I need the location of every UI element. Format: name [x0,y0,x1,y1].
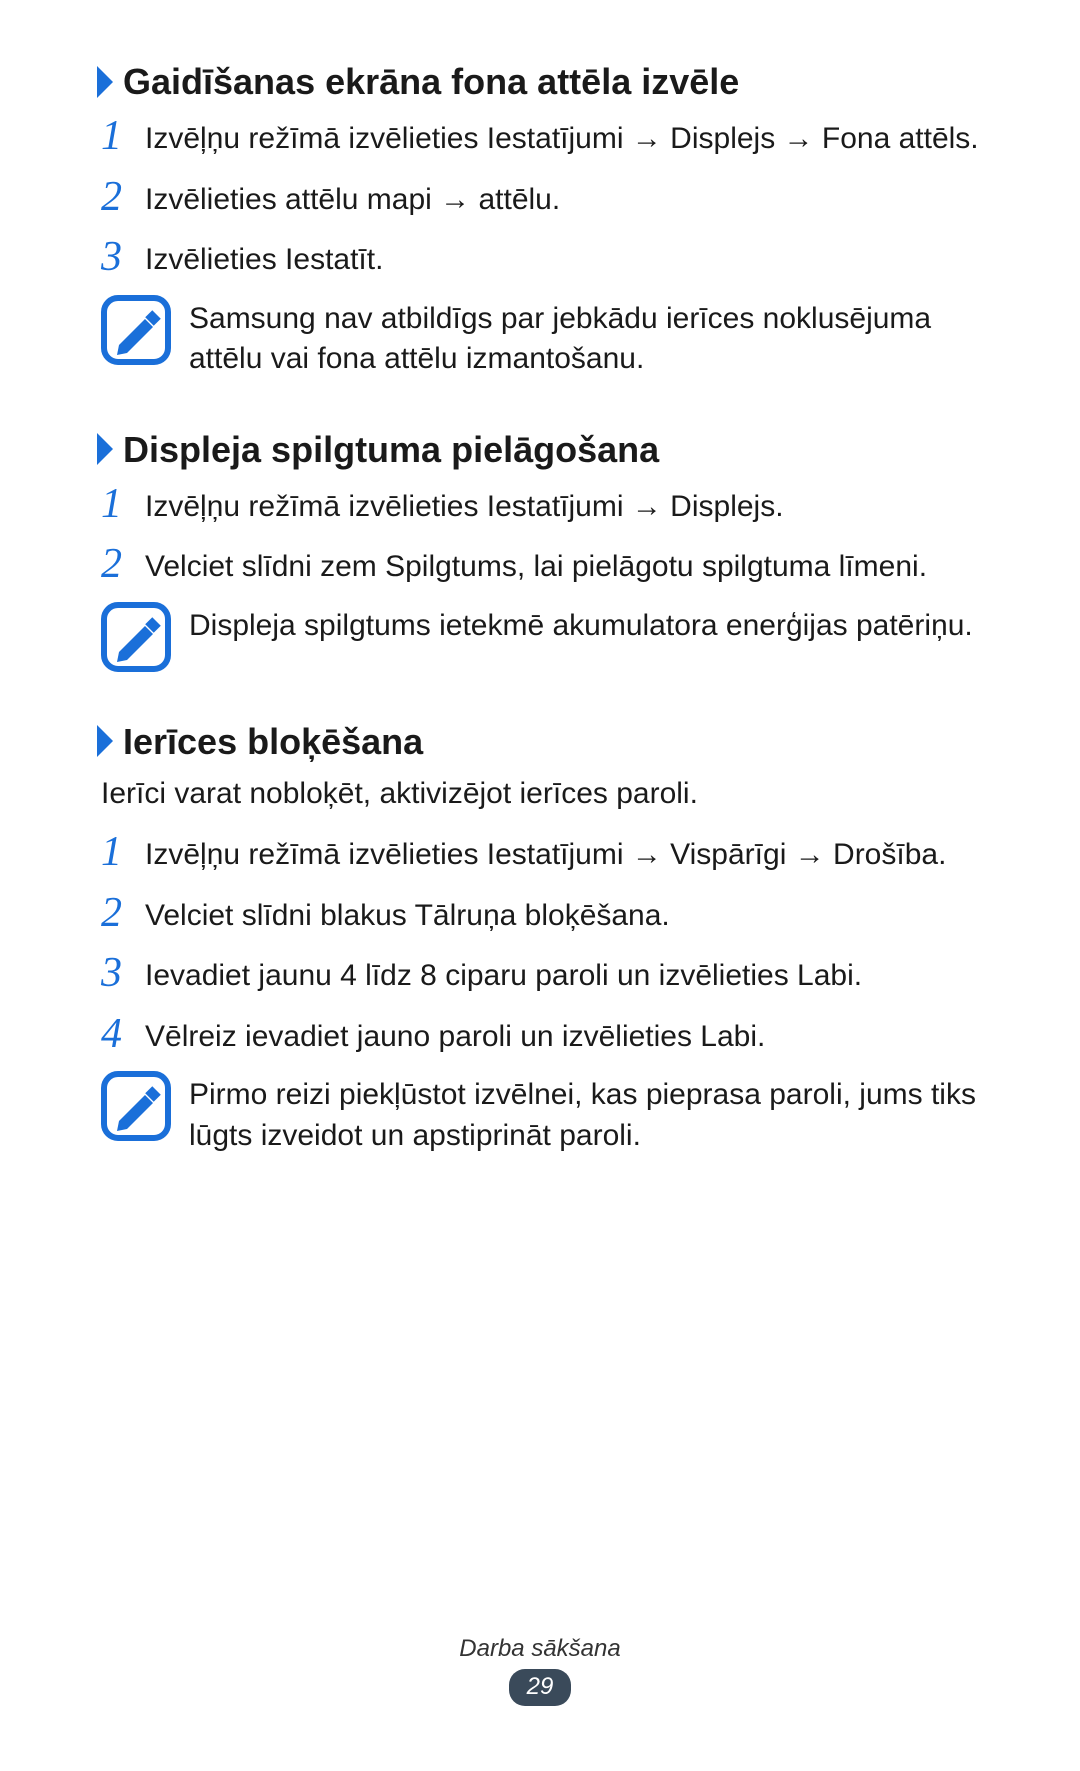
step-number: 4 [101,1011,145,1055]
intro-text: Ierīci varat nobloķēt, aktivizējot ierīc… [101,773,985,815]
step-text: Velciet slīdni zem Spilgtums, lai pielāg… [145,541,985,588]
heading-text: Displeja spilgtuma pielāgošana [123,428,659,471]
step-text: Izvēļņu režīmā izvēlieties Iestatījumi →… [145,481,985,528]
note-block: Samsung nav atbildīgs par jebkādu ierīce… [95,295,985,380]
note-icon [101,602,171,672]
step-text: Ievadiet jaunu 4 līdz 8 ciparu paroli un… [145,950,985,997]
heading-text: Ierīces bloķēšana [123,720,423,763]
note-icon [101,1071,171,1141]
step-number: 2 [101,174,145,218]
page-footer: Darba sākšana 29 [0,1635,1080,1706]
note-text: Samsung nav atbildīgs par jebkādu ierīce… [189,295,985,380]
step: 4 Vēlreiz ievadiet jauno paroli un izvēl… [95,1011,985,1058]
chevron-icon [95,64,117,100]
heading-lock: Ierīces bloķēšana [95,720,985,763]
step-text: Izvēlieties Iestatīt. [145,234,985,281]
step-text: Velciet slīdni blakus Tālruņa bloķēšana. [145,890,985,937]
section-lock: Ierīces bloķēšana Ierīci varat nobloķēt,… [95,720,985,1156]
step-number: 1 [101,829,145,873]
step-text: Izvēļņu režīmā izvēlieties Iestatījumi →… [145,113,985,160]
step: 2 Izvēlieties attēlu mapi → attēlu. [95,174,985,221]
step: 1 Izvēļņu režīmā izvēlieties Iestatījumi… [95,829,985,876]
step-text: Vēlreiz ievadiet jauno paroli un izvēlie… [145,1011,985,1058]
section-brightness: Displeja spilgtuma pielāgošana 1 Izvēļņu… [95,428,985,672]
page-number-badge: 29 [509,1669,572,1706]
step-number: 1 [101,481,145,525]
note-text: Pirmo reizi piekļūstot izvēlnei, kas pie… [189,1071,985,1156]
step: 2 Velciet slīdni blakus Tālruņa bloķēšan… [95,890,985,937]
step-number: 2 [101,541,145,585]
chevron-icon [95,723,117,759]
step-number: 2 [101,890,145,934]
note-block: Pirmo reizi piekļūstot izvēlnei, kas pie… [95,1071,985,1156]
step: 3 Ievadiet jaunu 4 līdz 8 ciparu paroli … [95,950,985,997]
step-text: Izvēļņu režīmā izvēlieties Iestatījumi →… [145,829,985,876]
heading-text: Gaidīšanas ekrāna fona attēla izvēle [123,60,739,103]
section-wallpaper: Gaidīšanas ekrāna fona attēla izvēle 1 I… [95,60,985,380]
step-number: 3 [101,234,145,278]
step-number: 3 [101,950,145,994]
heading-wallpaper: Gaidīšanas ekrāna fona attēla izvēle [95,60,985,103]
step-text: Izvēlieties attēlu mapi → attēlu. [145,174,985,221]
step: 2 Velciet slīdni zem Spilgtums, lai piel… [95,541,985,588]
note-icon [101,295,171,365]
page-content: Gaidīšanas ekrāna fona attēla izvēle 1 I… [0,0,1080,1156]
step-number: 1 [101,113,145,157]
note-block: Displeja spilgtums ietekmē akumulatora e… [95,602,985,672]
step: 1 Izvēļņu režīmā izvēlieties Iestatījumi… [95,481,985,528]
chevron-icon [95,431,117,467]
heading-brightness: Displeja spilgtuma pielāgošana [95,428,985,471]
note-text: Displeja spilgtums ietekmē akumulatora e… [189,602,985,647]
chapter-title: Darba sākšana [0,1635,1080,1663]
step: 1 Izvēļņu režīmā izvēlieties Iestatījumi… [95,113,985,160]
step: 3 Izvēlieties Iestatīt. [95,234,985,281]
